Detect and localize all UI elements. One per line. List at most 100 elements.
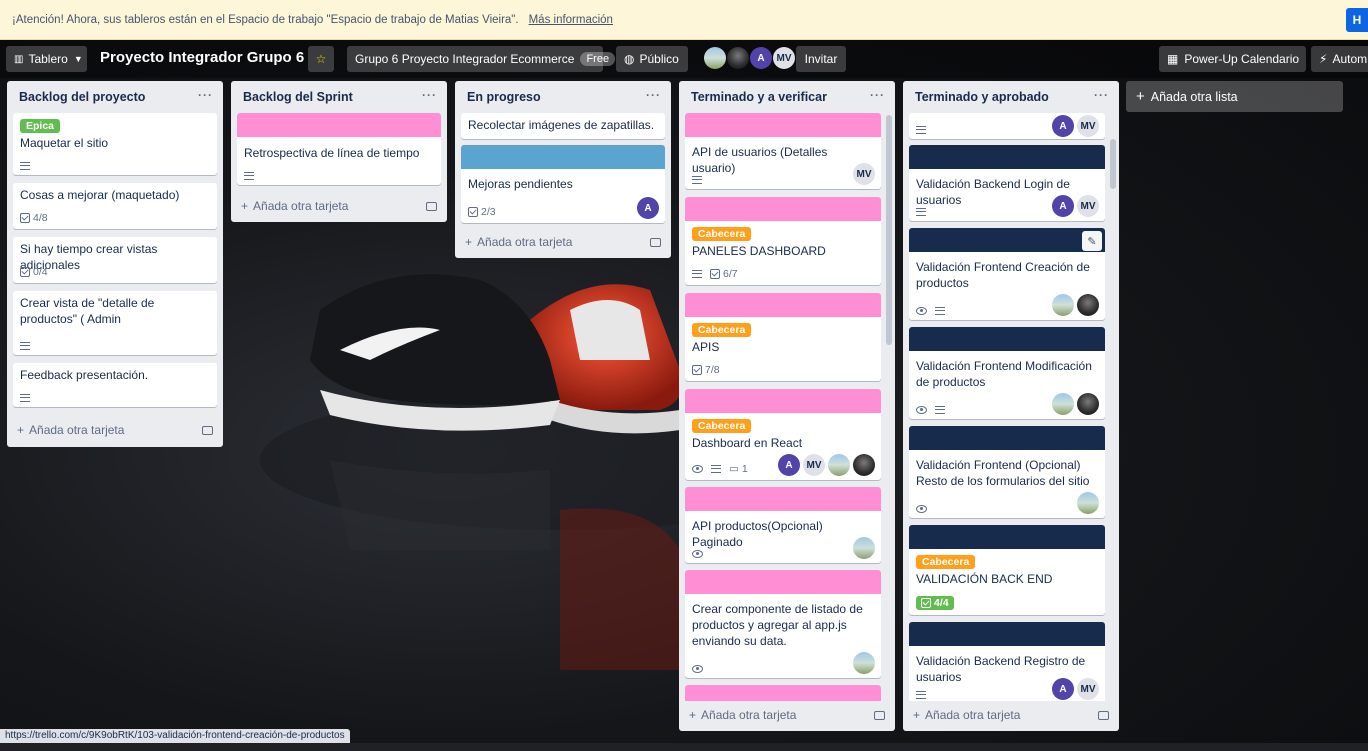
list-scrollbar[interactable] — [1110, 139, 1116, 189]
list-title[interactable]: Backlog del Sprint ··· — [231, 81, 447, 113]
list-menu-icon[interactable]: ··· — [1094, 88, 1109, 102]
card-template-icon[interactable] — [202, 425, 213, 435]
member-avatar[interactable] — [1052, 393, 1074, 415]
member-avatar[interactable]: MV — [773, 47, 795, 69]
member-avatar[interactable] — [828, 454, 850, 476]
member-avatar[interactable]: A — [1052, 195, 1074, 217]
list-title[interactable]: Terminado y a verificar ··· — [679, 81, 895, 113]
card[interactable]: Cabecera VALIDACIÓN BACK END 4/4 — [909, 525, 1105, 615]
checklist-icon — [20, 267, 30, 277]
add-card-label: Añada otra tarjeta — [701, 708, 797, 722]
list-menu-icon[interactable]: ··· — [198, 88, 213, 102]
add-card-button[interactable]: + Añada otra tarjeta — [689, 708, 885, 722]
visibility-button[interactable]: ◍ Público — [616, 46, 688, 72]
card-title: Recolectar imágenes de zapatillas. — [468, 118, 655, 132]
card[interactable]: Validación Frontend (Opcional) Resto de … — [909, 426, 1105, 518]
card-title: Feedback presentación. — [20, 368, 149, 382]
card-template-icon[interactable] — [1098, 710, 1109, 720]
card[interactable]: ✎ Validación Frontend Creación de produc… — [909, 228, 1105, 320]
card[interactable]: Retrospectiva de línea de tiempo — [237, 113, 441, 185]
label-cabecera: Cabecera — [692, 227, 752, 241]
add-card-button[interactable]: + Añada otra tarjeta — [465, 235, 661, 249]
workspace-name: Grupo 6 Proyecto Integrador Ecommerce — [355, 52, 575, 66]
card-title: Retrospectiva de línea de tiempo — [244, 146, 420, 160]
card[interactable]: Cosas a mejorar (maquetado) 4/8 — [13, 183, 217, 229]
card-cover — [685, 197, 881, 221]
card-template-icon[interactable] — [874, 710, 885, 720]
card[interactable]: Validación Backend Login de usuarios A MV — [909, 145, 1105, 221]
description-icon — [916, 126, 926, 134]
card[interactable]: Mejoras pendientes 2/3 A — [461, 145, 665, 223]
board-title[interactable]: Proyecto Integrador Grupo 6 — [100, 49, 304, 66]
member-avatar[interactable] — [704, 47, 726, 69]
card[interactable]: API productos(Opcional) Paginado — [685, 487, 881, 563]
card[interactable]: Recolectar imágenes de zapatillas. — [461, 113, 665, 139]
edit-card-icon[interactable]: ✎ — [1082, 231, 1102, 251]
member-avatar[interactable]: A — [1052, 115, 1074, 137]
member-avatar[interactable] — [853, 537, 875, 559]
member-avatar[interactable] — [853, 652, 875, 674]
comments-badge: ▭ 1 — [729, 463, 748, 475]
member-avatar[interactable]: A — [778, 454, 800, 476]
card[interactable]: Validación Frontend Modificación de prod… — [909, 327, 1105, 419]
member-avatar[interactable]: MV — [1077, 678, 1099, 700]
description-icon — [20, 342, 30, 350]
list-scrollbar[interactable] — [886, 115, 892, 345]
powerup-calendar-button[interactable]: ▦ Power-Up Calendario — [1159, 46, 1306, 72]
member-avatar[interactable]: A — [1052, 678, 1074, 700]
invite-button[interactable]: Invitar — [796, 46, 846, 72]
card-template-icon[interactable] — [426, 201, 437, 211]
list-title[interactable]: Backlog del proyecto ··· — [7, 81, 223, 113]
checklist-count: 4/8 — [33, 212, 48, 224]
card[interactable]: Crear vista de "detalle de productos" ( … — [13, 291, 217, 355]
card-title: Validación Frontend (Opcional) Resto de … — [916, 458, 1090, 488]
board-header: ▥ Tablero ▼ Proyecto Integrador Grupo 6 … — [0, 40, 1368, 78]
globe-icon: ◍ — [624, 52, 635, 66]
list-title[interactable]: En progreso ··· — [455, 81, 671, 113]
member-avatar[interactable] — [1077, 294, 1099, 316]
card[interactable]: Feedback presentación. — [13, 363, 217, 407]
card[interactable]: Cabecera PANELES DASHBOARD 6/7 — [685, 197, 881, 285]
more-info-link[interactable]: Más información — [529, 14, 613, 26]
automation-label: Autom — [1332, 52, 1368, 66]
list-menu-icon[interactable]: ··· — [422, 88, 437, 102]
card[interactable]: A MV — [909, 113, 1105, 139]
add-card-button[interactable]: + Añada otra tarjeta — [241, 199, 437, 213]
board-view-switcher[interactable]: ▥ Tablero ▼ — [6, 46, 87, 72]
board-view-label: Tablero — [28, 52, 68, 66]
card-title: Maquetar el sitio — [20, 136, 109, 150]
watching-icon — [916, 307, 927, 315]
banner-action-button[interactable]: H — [1346, 8, 1368, 32]
member-avatar[interactable]: A — [750, 47, 772, 69]
label-cabecera: Cabecera — [692, 419, 752, 433]
member-avatar[interactable] — [727, 47, 749, 69]
card[interactable]: Cabecera APIS 7/8 — [685, 293, 881, 381]
card-cover — [909, 327, 1105, 351]
workspace-button[interactable]: Grupo 6 Proyecto Integrador Ecommerce Fr… — [347, 46, 616, 72]
card[interactable]: Si hay tiempo crear vistas adicionales 0… — [13, 237, 217, 283]
member-avatar[interactable]: MV — [853, 163, 875, 185]
member-avatar[interactable]: MV — [1077, 115, 1099, 137]
card[interactable]: Cabecera Dashboard en React ▭ 1 A MV — [685, 389, 881, 480]
add-card-button[interactable]: + Añada otra tarjeta — [17, 423, 213, 437]
member-avatar[interactable] — [1077, 393, 1099, 415]
card[interactable]: Epica Maquetar el sitio — [13, 113, 217, 175]
automation-button[interactable]: ⚡ Autom — [1311, 46, 1368, 72]
member-avatar[interactable] — [1052, 294, 1074, 316]
star-board-icon[interactable]: ☆ — [308, 46, 334, 72]
member-avatar[interactable]: A — [637, 197, 659, 219]
add-list-button[interactable]: + Añada otra lista — [1126, 81, 1343, 112]
list-menu-icon[interactable]: ··· — [870, 88, 885, 102]
member-avatar[interactable] — [1077, 492, 1099, 514]
card[interactable]: Validación Backend Registro de usuarios … — [909, 622, 1105, 701]
card[interactable]: API de usuarios (Detalles usuario) MV — [685, 113, 881, 189]
add-card-button[interactable]: + Añada otra tarjeta — [913, 708, 1109, 722]
list-title[interactable]: Terminado y aprobado ··· — [903, 81, 1119, 113]
list-menu-icon[interactable]: ··· — [646, 88, 661, 102]
member-avatar[interactable] — [853, 454, 875, 476]
member-avatar[interactable]: MV — [1077, 195, 1099, 217]
card[interactable] — [685, 685, 881, 701]
card-template-icon[interactable] — [650, 237, 661, 247]
member-avatar[interactable]: MV — [803, 454, 825, 476]
card[interactable]: Crear componente de listado de productos… — [685, 570, 881, 678]
